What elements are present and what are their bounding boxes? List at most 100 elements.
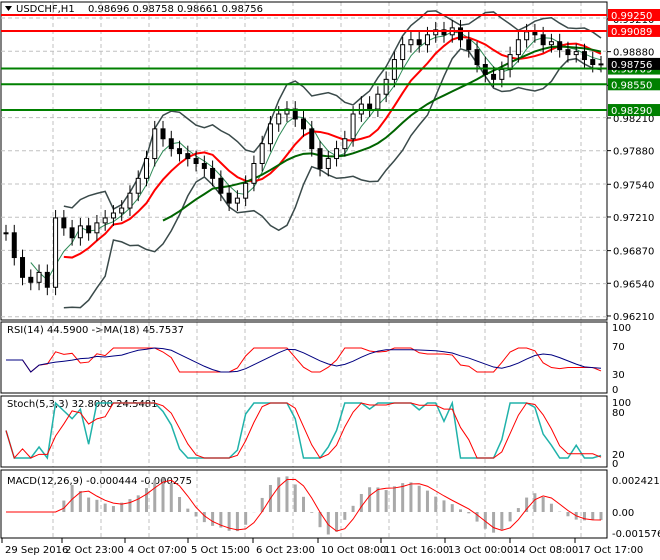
current-price-label: 0.98756 bbox=[611, 60, 652, 71]
candle-body bbox=[201, 163, 207, 169]
candle-body bbox=[573, 51, 579, 56]
candle-body bbox=[317, 148, 323, 169]
candle-body bbox=[474, 49, 480, 66]
price-tick-label: 0.98880 bbox=[613, 48, 654, 59]
candle-body bbox=[251, 163, 257, 184]
candle-body bbox=[61, 217, 67, 229]
candle-body bbox=[44, 271, 50, 288]
time-label: 11 Oct 16:00 bbox=[384, 545, 449, 556]
candle-body bbox=[210, 167, 216, 179]
chart-window: USDCHF,H1 0.98696 0.98758 0.98661 0.9875… bbox=[0, 0, 660, 560]
candle-body bbox=[69, 227, 75, 239]
candle-body bbox=[259, 143, 265, 164]
candle-body bbox=[408, 39, 414, 46]
price-tick-label: 0.97210 bbox=[613, 213, 654, 224]
candle-body bbox=[367, 103, 373, 110]
candle-body bbox=[416, 39, 422, 46]
indicator-tick-label: 100 bbox=[612, 323, 631, 334]
indicator-tick-label: 0.00 bbox=[612, 508, 634, 519]
time-label: 29 Sep 2016 bbox=[5, 545, 68, 556]
candle-body bbox=[218, 177, 224, 194]
candle-body bbox=[334, 148, 340, 160]
candle-body bbox=[119, 207, 125, 214]
candle-body bbox=[507, 54, 513, 70]
candle-body bbox=[36, 271, 42, 283]
price-tick-label: 0.97540 bbox=[613, 180, 654, 191]
candle-body bbox=[102, 217, 108, 224]
price-tick-label: 0.96210 bbox=[613, 312, 654, 323]
candle-body bbox=[20, 257, 26, 278]
chart-canvas[interactable]: USDCHF,H1 0.98696 0.98758 0.98661 0.9875… bbox=[0, 0, 660, 560]
indicator-tick-label: -0.001576 bbox=[612, 529, 660, 540]
candle-body bbox=[515, 39, 521, 56]
price-tick-label: 0.97880 bbox=[613, 147, 654, 158]
time-label: 2 Oct 23:00 bbox=[65, 545, 124, 556]
time-label: 4 Oct 07:00 bbox=[128, 545, 187, 556]
indicator-tick-label: 0.002421 bbox=[612, 476, 660, 487]
candle-body bbox=[3, 232, 9, 235]
dropdown-triangle-icon bbox=[5, 6, 12, 11]
candle-body bbox=[168, 138, 174, 150]
indicator-tick-label: 80 bbox=[612, 408, 625, 419]
candle-body bbox=[243, 182, 249, 199]
rsi-title: RSI(14) 44.5900 ->MA(18) 45.7537 bbox=[7, 325, 184, 336]
candle-body bbox=[94, 222, 100, 234]
candle-body bbox=[350, 113, 356, 140]
candle-body bbox=[532, 31, 538, 36]
time-label: 14 Oct 08:00 bbox=[513, 545, 578, 556]
indicator-tick-label: 0 bbox=[612, 385, 618, 396]
candle-body bbox=[524, 31, 530, 41]
candle-body bbox=[383, 78, 389, 95]
candle-body bbox=[276, 113, 282, 125]
candle-body bbox=[86, 225, 92, 234]
time-label: 5 Oct 15:00 bbox=[191, 545, 250, 556]
candle-body bbox=[424, 34, 430, 46]
candle-body bbox=[458, 27, 464, 41]
stoch-title: Stoch(5,3,3) 32.8000 24.5481 bbox=[7, 399, 158, 410]
candle-body bbox=[499, 68, 505, 80]
candle-body bbox=[325, 158, 331, 169]
candle-body bbox=[135, 177, 141, 194]
rsi-line bbox=[6, 347, 602, 373]
candle-body bbox=[28, 276, 34, 283]
candle-body bbox=[152, 128, 158, 160]
candle-body bbox=[301, 118, 306, 130]
candle-body bbox=[590, 59, 596, 65]
symbol-label: USDCHF,H1 bbox=[16, 4, 75, 15]
candle-body bbox=[598, 63, 604, 66]
candle-body bbox=[491, 73, 497, 80]
ma-red bbox=[63, 36, 602, 259]
candle-body bbox=[185, 153, 191, 160]
indicator-tick-label: 70 bbox=[612, 342, 625, 353]
ohlc-label: 0.98696 0.98758 0.98661 0.98756 bbox=[88, 4, 263, 15]
candle-body bbox=[557, 41, 563, 51]
candle-body bbox=[177, 148, 183, 155]
indicator-tick-label: 30 bbox=[612, 370, 625, 381]
candle-body bbox=[375, 93, 381, 110]
indicator-tick-label: 0 bbox=[612, 459, 618, 470]
candle-body bbox=[540, 34, 546, 46]
candle-body bbox=[581, 51, 587, 61]
level-label: 0.98550 bbox=[611, 80, 652, 91]
level-label: 0.98290 bbox=[611, 106, 652, 117]
candle-body bbox=[466, 39, 472, 51]
price-tick-label: 0.96540 bbox=[613, 279, 654, 290]
candle-body bbox=[267, 123, 273, 145]
candle-body bbox=[234, 197, 240, 204]
candle-body bbox=[309, 128, 315, 150]
time-label: 17 Oct 17:00 bbox=[578, 545, 643, 556]
time-label: 6 Oct 23:00 bbox=[256, 545, 315, 556]
level-label: 0.99250 bbox=[611, 11, 652, 22]
price-tick-label: 0.96870 bbox=[613, 247, 654, 258]
level-label: 0.99089 bbox=[611, 27, 652, 38]
candle-body bbox=[110, 212, 116, 219]
candle-body bbox=[193, 158, 199, 165]
candle-body bbox=[342, 138, 348, 150]
candle-body bbox=[77, 225, 83, 239]
candle-body bbox=[400, 44, 406, 61]
candle-body bbox=[53, 217, 59, 288]
candle-body bbox=[226, 192, 232, 204]
candle-body bbox=[143, 158, 149, 179]
candle-body bbox=[127, 192, 133, 209]
time-label: 10 Oct 08:00 bbox=[321, 545, 386, 556]
